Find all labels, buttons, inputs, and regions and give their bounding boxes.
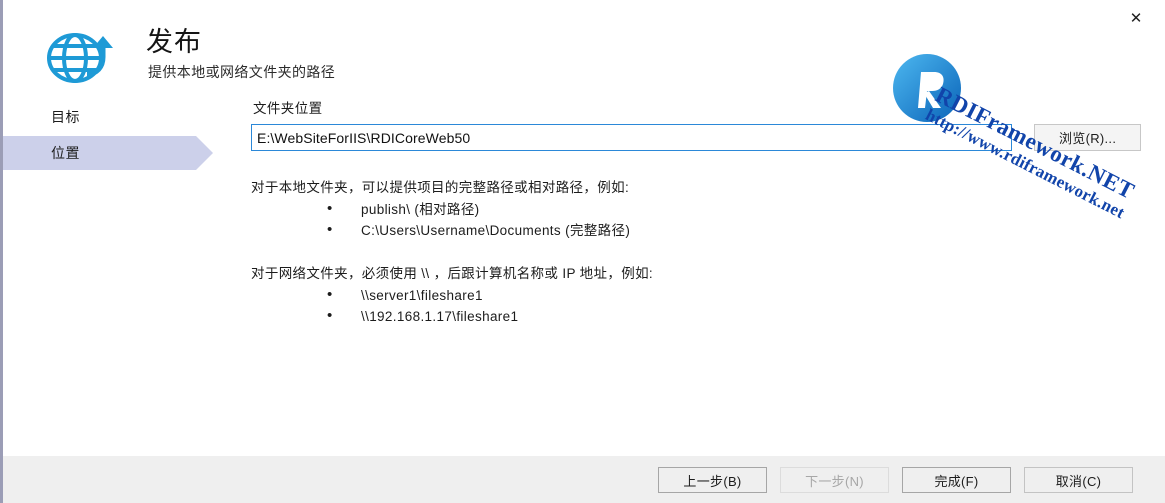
wizard-step-sidebar: 目标 位置 [3,100,235,170]
folder-location-label: 文件夹位置 [253,101,323,116]
next-button: 下一步(N) [780,467,889,493]
folder-location-input[interactable] [251,124,1013,151]
sidebar-item-label: 目标 [51,109,80,125]
network-folder-intro: 对于网络文件夹，必须使用 \\ ，后跟计算机名称或 IP 地址，例如: [251,266,654,281]
list-item: \\192.168.1.17\fileshare1 [327,305,1141,327]
list-item: C:\Users\Username\Documents (完整路径) [327,219,1141,241]
network-folder-examples: \\server1\fileshare1 \\192.168.1.17\file… [251,284,1141,327]
local-folder-intro: 对于本地文件夹，可以提供项目的完整路径或相对路径，例如: [251,180,630,195]
sidebar-item-target[interactable]: 目标 [3,100,235,134]
help-description: 对于本地文件夹，可以提供项目的完整路径或相对路径，例如: publish\ (相… [251,177,1141,327]
globe-publish-icon [43,27,115,89]
list-item: \\server1\fileshare1 [327,284,1141,306]
folder-location-row: 浏览(R)... [251,124,1141,151]
browse-button[interactable]: 浏览(R)... [1034,124,1141,151]
back-button[interactable]: 上一步(B) [658,467,767,493]
local-folder-examples: publish\ (相对路径) C:\Users\Username\Docume… [251,198,1141,241]
footer-button-group: 上一步(B) 下一步(N) 完成(F) 取消(C) [658,467,1133,493]
cancel-button[interactable]: 取消(C) [1024,467,1133,493]
list-item: publish\ (相对路径) [327,198,1141,220]
dialog-header: 发布 提供本地或网络文件夹的路径 [3,0,1165,98]
sidebar-item-location[interactable]: 位置 [3,136,213,170]
publish-dialog: ✕ 发布 提供本地或网络文件夹的路径 目标 位置 文件夹位置 E:\WebSit… [0,0,1165,503]
header-text-group: 发布 提供本地或网络文件夹的路径 [146,26,335,81]
page-title: 发布 [146,27,202,57]
main-panel: 文件夹位置 浏览(R)... 对于本地文件夹，可以提供项目的完整路径或相对路径，… [251,97,1141,327]
sidebar-item-label: 位置 [51,145,80,161]
page-subtitle: 提供本地或网络文件夹的路径 [148,64,336,80]
dialog-footer: 上一步(B) 下一步(N) 完成(F) 取消(C) [3,455,1165,503]
finish-button[interactable]: 完成(F) [902,467,1011,493]
